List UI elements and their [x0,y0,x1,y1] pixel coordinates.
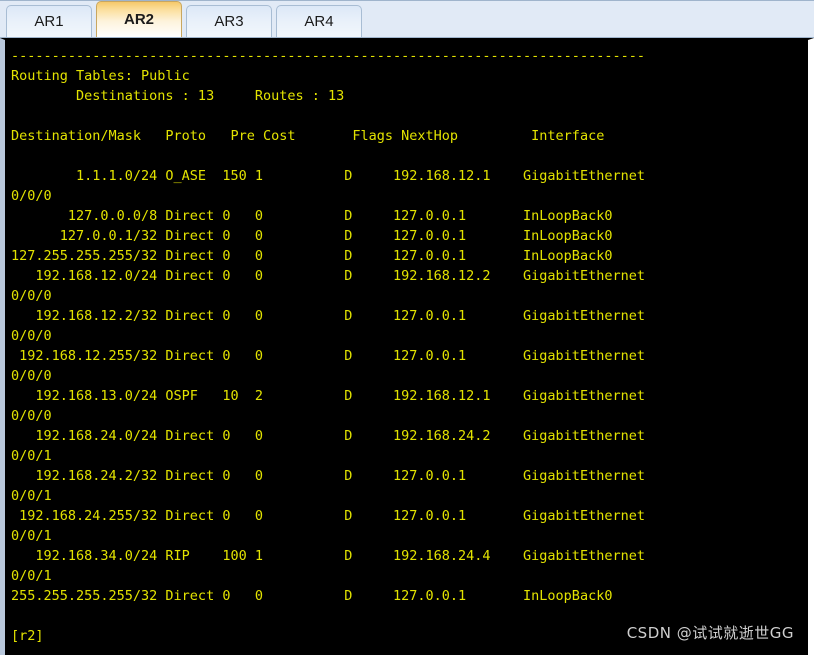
route-row: 127.0.0.1/32 Direct 0 0 D 127.0.0.1 InLo… [11,228,613,244]
route-row: 192.168.34.0/24 RIP 100 1 D 192.168.24.4… [11,548,645,564]
route-row: 192.168.24.255/32 Direct 0 0 D 127.0.0.1… [11,508,645,524]
tab-ar1[interactable]: AR1 [6,5,92,37]
terminal-panel[interactable]: ----------------------------------------… [0,38,814,655]
route-row: 192.168.13.0/24 OSPF 10 2 D 192.168.12.1… [11,388,645,404]
route-row-interface-wrap: 0/0/0 [11,188,52,204]
tab-ar3[interactable]: AR3 [186,5,272,37]
routing-table-title: Routing Tables: Public [11,68,190,84]
tab-label: AR1 [34,13,64,30]
route-row-interface-wrap: 0/0/1 [11,568,52,584]
route-row: 192.168.12.0/24 Direct 0 0 D 192.168.12.… [11,268,645,284]
route-row-interface-wrap: 0/0/1 [11,448,52,464]
column-header-row: Destination/Mask Proto Pre Cost Flags Ne… [11,128,605,144]
route-row-interface-wrap: 0/0/0 [11,408,52,424]
route-row: 192.168.12.2/32 Direct 0 0 D 127.0.0.1 G… [11,308,645,324]
shell-prompt: [r2] [11,628,44,644]
tab-label: AR2 [123,11,154,28]
route-row: 192.168.12.255/32 Direct 0 0 D 127.0.0.1… [11,348,645,364]
terminal-output: ----------------------------------------… [5,40,808,646]
route-row-interface-wrap: 0/0/0 [11,288,52,304]
route-row-interface-wrap: 0/0/0 [11,328,52,344]
route-row: 192.168.24.2/32 Direct 0 0 D 127.0.0.1 G… [11,468,645,484]
router-cli-window: AR1 AR2 AR3 AR4 ---------------------------… [0,0,814,655]
route-row-interface-wrap: 0/0/1 [11,528,52,544]
route-row-interface-wrap: 0/0/1 [11,488,52,504]
route-row: 192.168.24.0/24 Direct 0 0 D 192.168.24.… [11,428,645,444]
destinations-routes-summary: Destinations : 13 Routes : 13 [11,88,345,104]
route-row: 127.0.0.0/8 Direct 0 0 D 127.0.0.1 InLoo… [11,208,613,224]
tab-ar2[interactable]: AR2 [96,1,182,37]
tab-label: AR3 [214,13,244,30]
route-row: 1.1.1.0/24 O_ASE 150 1 D 192.168.12.1 Gi… [11,168,645,184]
route-row: 255.255.255.255/32 Direct 0 0 D 127.0.0.… [11,588,613,604]
tab-ar4[interactable]: AR4 [276,5,362,37]
route-row-interface-wrap: 0/0/0 [11,368,52,384]
route-row: 127.255.255.255/32 Direct 0 0 D 127.0.0.… [11,248,613,264]
separator-line: ----------------------------------------… [11,48,645,64]
device-tab-strip[interactable]: AR1 AR2 AR3 AR4 [0,0,814,38]
tab-label: AR4 [304,13,334,30]
